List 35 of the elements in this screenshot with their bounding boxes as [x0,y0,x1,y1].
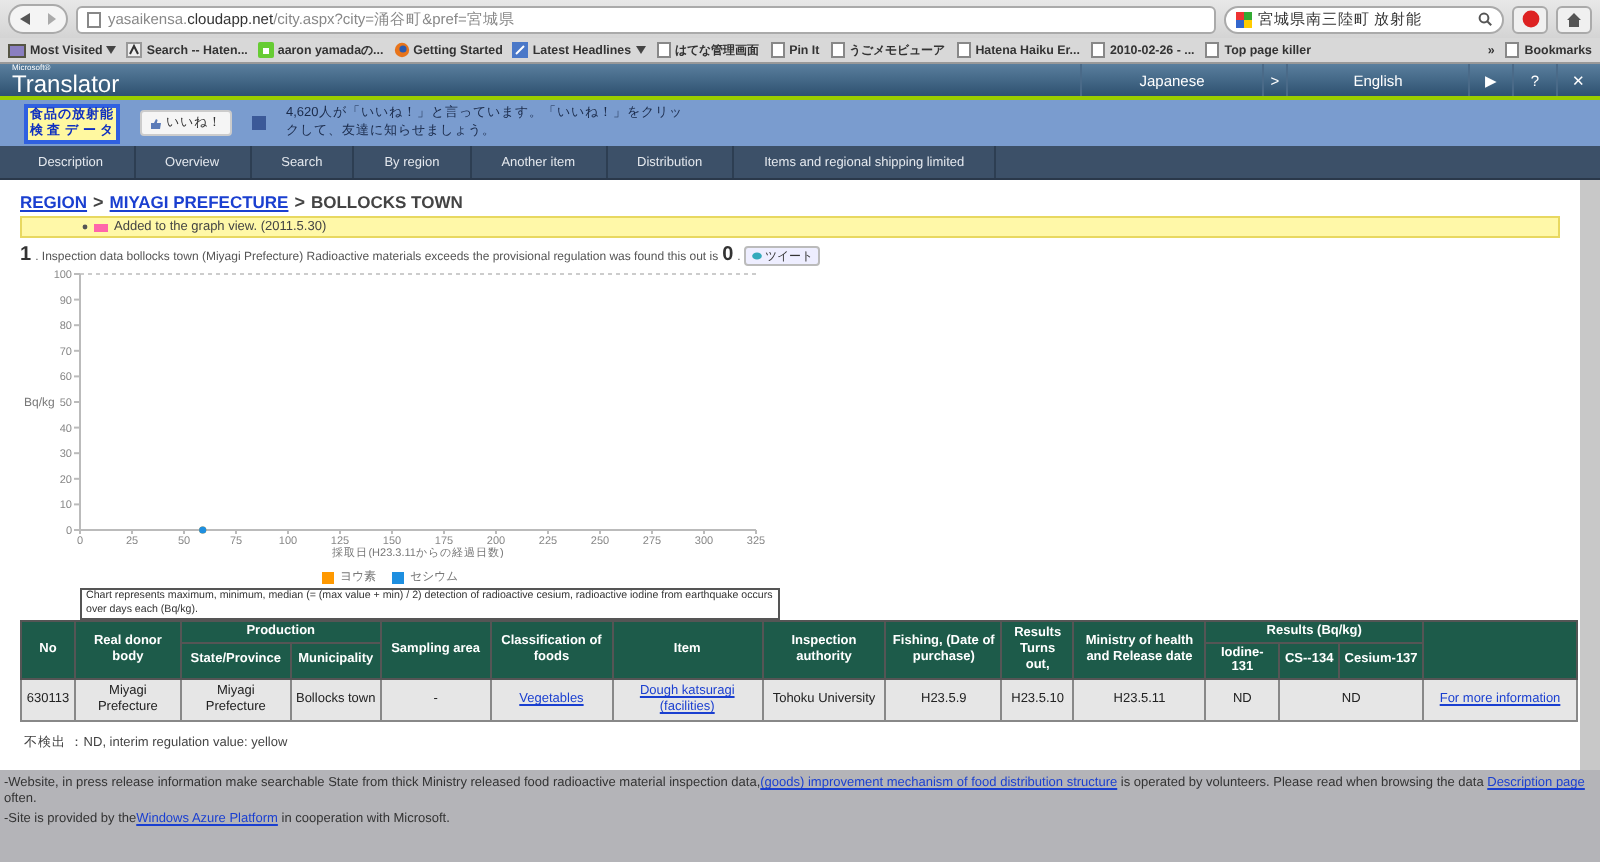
stop-sign-icon [1521,10,1539,28]
bookmark-icon [512,42,529,58]
new-badge-icon [94,223,108,231]
breadcrumb-separator: > [93,192,104,212]
breadcrumb-current: BOLLOCKS TOWN [310,192,463,212]
bookmark-icon [8,43,26,57]
caret-icon [106,46,117,54]
breadcrumb-link[interactable]: MIYAGI PREFECTURE [109,192,289,212]
home-button[interactable] [1556,5,1592,33]
bookmark-icon [1504,42,1521,58]
translator-logo: Translator [12,72,122,96]
caret-icon [635,46,646,54]
exceed-count: 0 [722,244,734,266]
colored-squares-icon [1236,11,1252,27]
page-icon [1204,42,1221,58]
page-icon [86,11,102,27]
thumbs-up-icon [150,117,162,129]
facebook-icon [252,116,266,130]
page-icon [769,42,786,58]
bookmark-icon [257,42,274,58]
back-icon[interactable] [17,12,32,26]
item-number: 1 [20,244,32,266]
page-icon [955,42,972,58]
page-icon [1089,42,1106,58]
bird-icon [752,252,763,260]
page-icon [655,42,672,58]
search-icon[interactable] [1478,12,1492,26]
breadcrumb-link[interactable]: REGION [20,192,88,212]
bullet-icon [82,224,88,230]
stop-sign-button[interactable] [1512,5,1548,33]
bookmark-icon [393,42,410,58]
home-icon [1566,11,1582,27]
breadcrumb-separator: > [294,192,305,212]
back-forward-buttons[interactable] [8,4,68,34]
page-icon [829,42,846,58]
